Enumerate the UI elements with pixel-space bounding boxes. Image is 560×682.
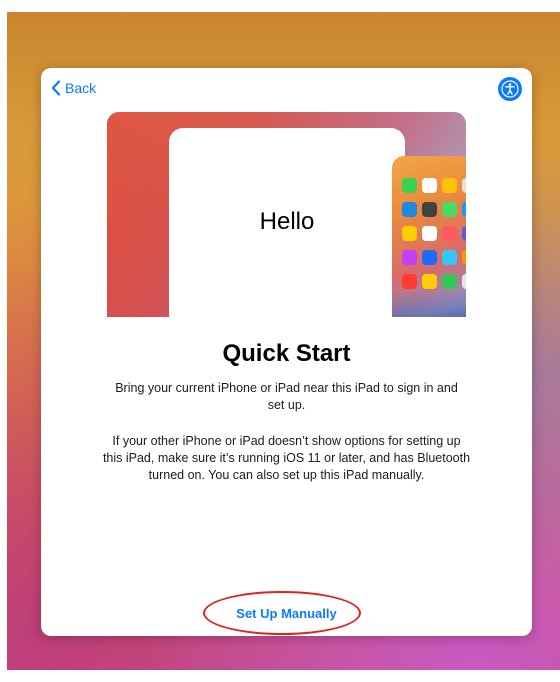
setup-sheet: Back Hello Quick Start Bring your curren… xyxy=(41,68,532,636)
app-icon xyxy=(402,250,417,265)
hero-illustration: Hello xyxy=(107,112,466,317)
app-icon xyxy=(402,202,417,217)
app-icon xyxy=(462,202,466,217)
iphone-illustration xyxy=(392,156,466,317)
app-icon xyxy=(442,178,457,193)
app-icon xyxy=(402,178,417,193)
app-icon xyxy=(462,226,466,241)
app-icon xyxy=(422,226,437,241)
app-icon xyxy=(462,250,466,265)
set-up-manually-button[interactable]: Set Up Manually xyxy=(41,606,532,621)
app-icon xyxy=(442,250,457,265)
app-icon xyxy=(462,274,466,289)
app-icon xyxy=(422,178,437,193)
accessibility-button[interactable] xyxy=(498,77,522,101)
back-button-label: Back xyxy=(65,80,97,96)
intro-text: Bring your current iPhone or iPad near t… xyxy=(115,381,458,412)
app-icon xyxy=(402,226,417,241)
help-text: If your other iPhone or iPad doesn’t sho… xyxy=(102,434,471,482)
hello-card: Hello xyxy=(169,128,405,317)
app-icon xyxy=(442,226,457,241)
app-icon xyxy=(442,274,457,289)
app-icon xyxy=(402,274,417,289)
app-icon xyxy=(422,274,437,289)
app-icon-grid xyxy=(402,178,466,289)
app-icon xyxy=(422,250,437,265)
back-button[interactable]: Back xyxy=(51,80,96,96)
app-icon xyxy=(442,202,457,217)
accessibility-icon xyxy=(501,80,519,98)
app-icon xyxy=(462,178,466,193)
page-title: Quick Start xyxy=(222,340,351,367)
hello-text: Hello xyxy=(259,208,315,235)
chevron-left-icon xyxy=(51,80,61,96)
app-icon xyxy=(422,202,437,217)
phone-dock xyxy=(392,291,466,317)
